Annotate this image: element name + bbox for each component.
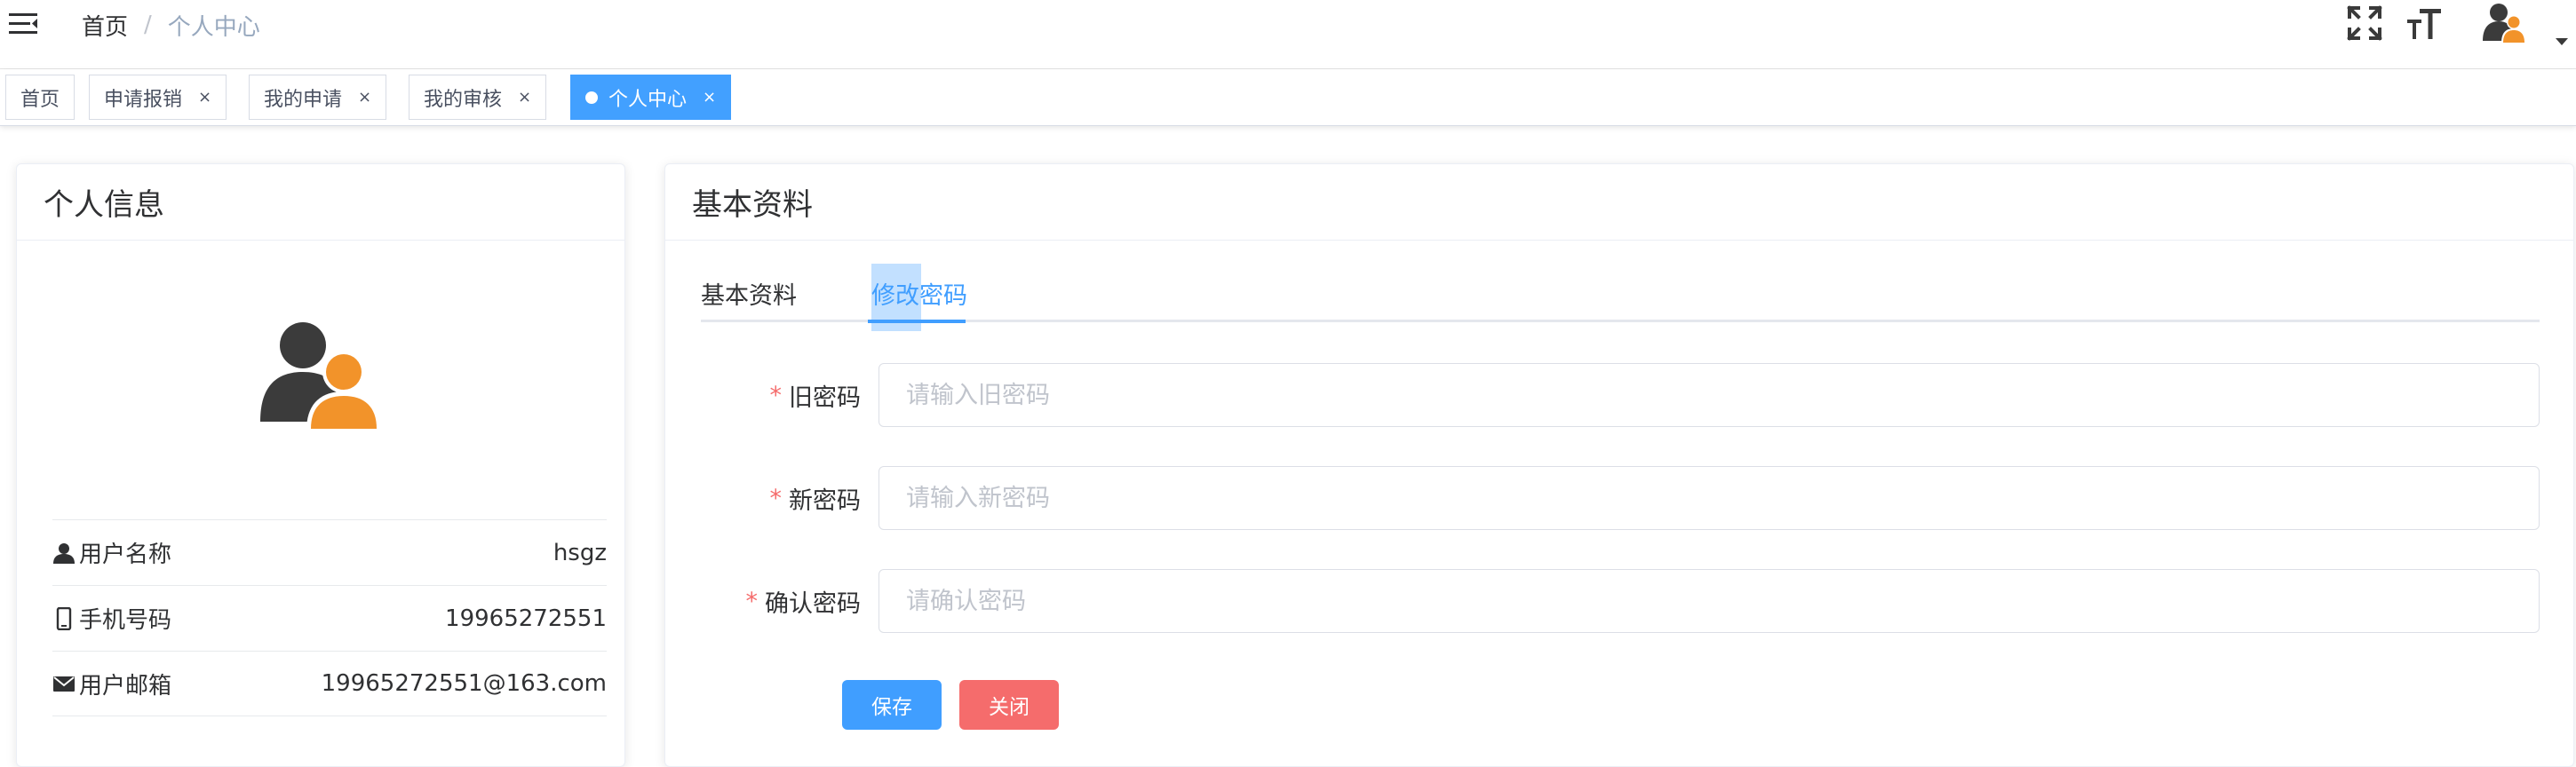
- profile-tabs: 基本资料 修改密码: [701, 264, 2540, 331]
- tag-label: 申请报销: [104, 88, 183, 111]
- info-value-username: hsgz: [553, 539, 607, 566]
- breadcrumb-current: 个人中心: [167, 13, 260, 41]
- card-title: 基本资料: [665, 164, 2573, 241]
- close-icon[interactable]: ×: [358, 88, 371, 107]
- caret-down-icon[interactable]: [2555, 34, 2569, 45]
- info-value-phone: 19965272551: [445, 605, 607, 632]
- profile-avatar-icon: [257, 317, 390, 432]
- tags-view: 首页 申请报销 × 我的申请 × 我的审核 × 个人中心 ×: [0, 69, 2576, 126]
- tab-change-password[interactable]: 修改密码: [871, 264, 967, 331]
- tab-active-bar: [868, 320, 966, 323]
- label-text: 新密码: [789, 486, 861, 515]
- breadcrumb-separator: /: [144, 12, 152, 38]
- save-button[interactable]: 保存: [842, 680, 942, 730]
- required-mark: *: [769, 381, 783, 409]
- form-row-confirm-password: * 确认密码: [701, 569, 2540, 633]
- hamburger-icon[interactable]: [7, 9, 41, 43]
- close-icon[interactable]: ×: [198, 88, 211, 107]
- phone-icon: [56, 606, 72, 630]
- mail-icon: [53, 676, 75, 692]
- old-password-input[interactable]: [879, 363, 2540, 427]
- tag-label: 我的申请: [264, 88, 343, 111]
- tag-apply-reimbursement[interactable]: 申请报销 ×: [89, 75, 227, 120]
- new-password-input[interactable]: [879, 466, 2540, 530]
- info-label-username: 用户名称: [52, 536, 171, 569]
- close-icon[interactable]: ×: [518, 88, 531, 107]
- card-title: 个人信息: [17, 164, 624, 241]
- breadcrumb: 首页 / 个人中心: [82, 9, 260, 41]
- old-password-label: * 旧密码: [770, 363, 862, 427]
- avatar-icon[interactable]: [2482, 2, 2528, 44]
- tag-label: 首页: [20, 88, 60, 111]
- new-password-label: * 新密码: [770, 466, 862, 530]
- required-mark: *: [745, 587, 759, 615]
- tab-label: 修改密码: [871, 281, 967, 310]
- basic-info-card: 基本资料 基本资料 修改密码 * 旧密码 * 新密码 * 确认密码: [664, 163, 2574, 767]
- info-item-phone: 手机号码 19965272551: [52, 585, 607, 651]
- label-text: 确认密码: [765, 589, 861, 618]
- tag-my-reviews[interactable]: 我的审核 ×: [409, 75, 547, 120]
- fullscreen-icon[interactable]: [2345, 4, 2384, 43]
- info-value-email: 19965272551@163.com: [321, 670, 607, 697]
- form-row-old-password: * 旧密码: [701, 363, 2540, 427]
- info-label-text: 用户邮箱: [79, 672, 172, 700]
- tag-home[interactable]: 首页: [5, 75, 76, 120]
- active-dot-icon: [585, 91, 598, 104]
- confirm-password-input[interactable]: [879, 569, 2540, 633]
- navbar: 首页 / 个人中心: [0, 0, 2576, 69]
- tab-label: 基本资料: [701, 281, 797, 310]
- tab-basic-info[interactable]: 基本资料: [701, 264, 797, 322]
- tag-label: 我的审核: [424, 88, 503, 111]
- label-text: 旧密码: [789, 384, 861, 412]
- info-item-username: 用户名称 hsgz: [52, 519, 607, 585]
- user-icon: [53, 542, 75, 564]
- breadcrumb-home[interactable]: 首页: [82, 9, 128, 42]
- personal-info-card: 个人信息 用户名称 hsgz 手机号码 19965272551 用户邮箱 199…: [16, 163, 625, 767]
- info-item-email: 用户邮箱 19965272551@163.com: [52, 651, 607, 716]
- tag-my-applications[interactable]: 我的申请 ×: [249, 75, 387, 120]
- close-icon[interactable]: ×: [703, 88, 716, 107]
- close-button[interactable]: 关闭: [959, 680, 1059, 730]
- info-list: 用户名称 hsgz 手机号码 19965272551 用户邮箱 19965272…: [52, 519, 607, 716]
- tag-personal-center[interactable]: 个人中心 ×: [570, 75, 732, 120]
- confirm-password-label: * 确认密码: [746, 569, 862, 633]
- info-label-phone: 手机号码: [52, 602, 171, 635]
- form-row-new-password: * 新密码: [701, 466, 2540, 530]
- tag-label: 个人中心: [608, 88, 688, 111]
- info-label-email: 用户邮箱: [52, 668, 171, 700]
- info-label-text: 手机号码: [79, 607, 172, 634]
- info-label-text: 用户名称: [79, 542, 172, 568]
- font-size-icon[interactable]: [2405, 4, 2445, 43]
- required-mark: *: [769, 484, 783, 512]
